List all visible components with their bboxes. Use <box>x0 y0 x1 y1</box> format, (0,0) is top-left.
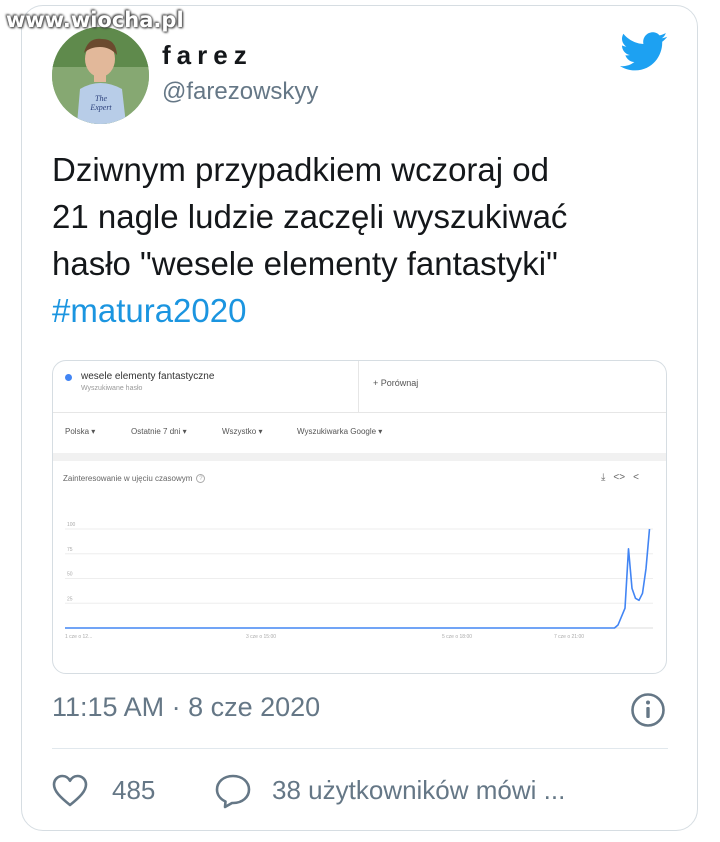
avatar[interactable]: The Expert <box>52 27 149 124</box>
tweet-line: Dziwnym przypadkiem wczoraj od <box>52 151 549 188</box>
y-tick-label: 75 <box>67 547 73 553</box>
trends-filters: Polska ▾ Ostatnie 7 dni ▾ Wszystko ▾ Wys… <box>53 423 666 447</box>
reply-icon[interactable] <box>214 773 252 809</box>
y-tick-label: 25 <box>67 596 73 602</box>
replies-link[interactable]: 38 użytkowników mówi ... <box>272 775 565 806</box>
tweet-line: 21 nagle ludzie zaczęli wyszukiwać <box>52 198 568 235</box>
tweet-line: hasło "wesele elementy fantastyki" <box>52 245 558 282</box>
x-tick-label: 3 cze o 15:00 <box>246 634 276 640</box>
compare-button: + Porównaj <box>373 378 419 388</box>
user-handle[interactable]: @farezowskyy <box>162 78 318 106</box>
heart-icon[interactable] <box>52 774 88 808</box>
y-tick-label: 50 <box>67 572 73 578</box>
chart-title: Zainteresowanie w ujęciu czasowym? <box>63 474 206 484</box>
trends-search-bar: wesele elementy fantastyczne Wyszukiwane… <box>53 361 666 413</box>
search-term-sublabel: Wyszukiwane hasło <box>81 385 143 392</box>
avatar-photo: The Expert <box>52 27 149 124</box>
trend-chart: 25 50 75 100 1 cze o 12... 3 cze o 15:00 5 cze… <box>65 522 653 640</box>
divider <box>358 361 359 413</box>
x-tick-label: 5 cze o 18:00 <box>442 634 472 640</box>
avatar-shirt-text: The <box>95 94 107 103</box>
help-icon: ? <box>196 474 206 484</box>
display-name[interactable]: farez <box>162 40 253 71</box>
like-count[interactable]: 485 <box>112 775 155 806</box>
embed-icon: <> <box>613 472 626 483</box>
info-icon[interactable] <box>630 692 666 728</box>
download-icon: ⤓ <box>601 472 606 483</box>
search-term: wesele elementy fantastyczne <box>81 371 215 382</box>
tweet-timestamp[interactable]: 11:15 AM · 8 cze 2020 <box>52 692 320 723</box>
filter-category: Wszystko ▾ <box>222 427 263 436</box>
svg-text:Expert: Expert <box>89 103 112 112</box>
trends-screenshot[interactable]: wesele elementy fantastyczne Wyszukiwane… <box>52 360 667 674</box>
filter-period: Ostatnie 7 dni ▾ <box>131 427 187 436</box>
x-tick-label: 1 cze o 12... <box>65 634 92 640</box>
twitter-logo-icon[interactable] <box>620 32 668 72</box>
series-color-dot <box>65 374 72 381</box>
filter-region: Polska ▾ <box>65 427 96 436</box>
section-separator <box>53 453 666 461</box>
divider <box>52 748 668 749</box>
tweet-text: Dziwnym przypadkiem wczoraj od 21 nagle … <box>52 146 672 334</box>
chart-actions: ⤓ <> < <box>601 472 647 483</box>
share-icon: < <box>633 472 639 483</box>
x-tick-label: 7 cze o 21:00 <box>554 634 584 640</box>
y-tick-label: 100 <box>67 522 76 528</box>
hashtag-link[interactable]: #matura2020 <box>52 287 672 334</box>
watermark: www.wiocha.pl <box>6 8 184 32</box>
filter-source: Wyszukiwarka Google ▾ <box>297 427 383 436</box>
